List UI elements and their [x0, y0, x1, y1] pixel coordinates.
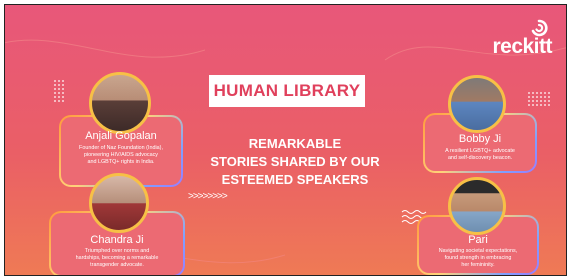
- headline-line: STORIES SHARED BY OUR: [210, 154, 380, 169]
- speaker-avatar: [448, 75, 506, 133]
- speaker-avatar: [89, 173, 149, 233]
- speaker-description: Founder of Naz Foundation (India), pione…: [79, 145, 163, 165]
- speaker-name: Pari: [468, 234, 488, 246]
- speaker-name: Chandra Ji: [90, 234, 144, 246]
- headline-line: REMARKABLE: [248, 136, 342, 151]
- speaker-name: Anjali Gopalan: [85, 130, 157, 142]
- page-title: HUMAN LIBRARY: [213, 81, 361, 100]
- dots-decoration: [528, 92, 550, 106]
- headline: REMARKABLE STORIES SHARED BY OUR ESTEEME…: [191, 135, 399, 189]
- speaker-name: Bobby Ji: [458, 133, 502, 145]
- dots-decoration: [54, 80, 64, 102]
- speaker-description: Triumphed over norms and hardships, beco…: [75, 248, 159, 268]
- title-box: HUMAN LIBRARY: [209, 75, 365, 107]
- arrows-decoration: >>>>>>>>: [188, 191, 228, 202]
- headline-line: ESTEEMED SPEAKERS: [221, 172, 369, 187]
- banner: reckitt HUMAN LIBRARY REMARKABLE STORIES…: [4, 4, 567, 276]
- brand-logo: reckitt: [492, 35, 552, 58]
- speaker-avatar: [89, 72, 151, 134]
- speaker-avatar: [448, 177, 506, 235]
- speaker-description: Navigating societal expectations, found …: [438, 248, 518, 268]
- speaker-description: A resilient LGBTQ+ advocate and self-dis…: [445, 148, 515, 161]
